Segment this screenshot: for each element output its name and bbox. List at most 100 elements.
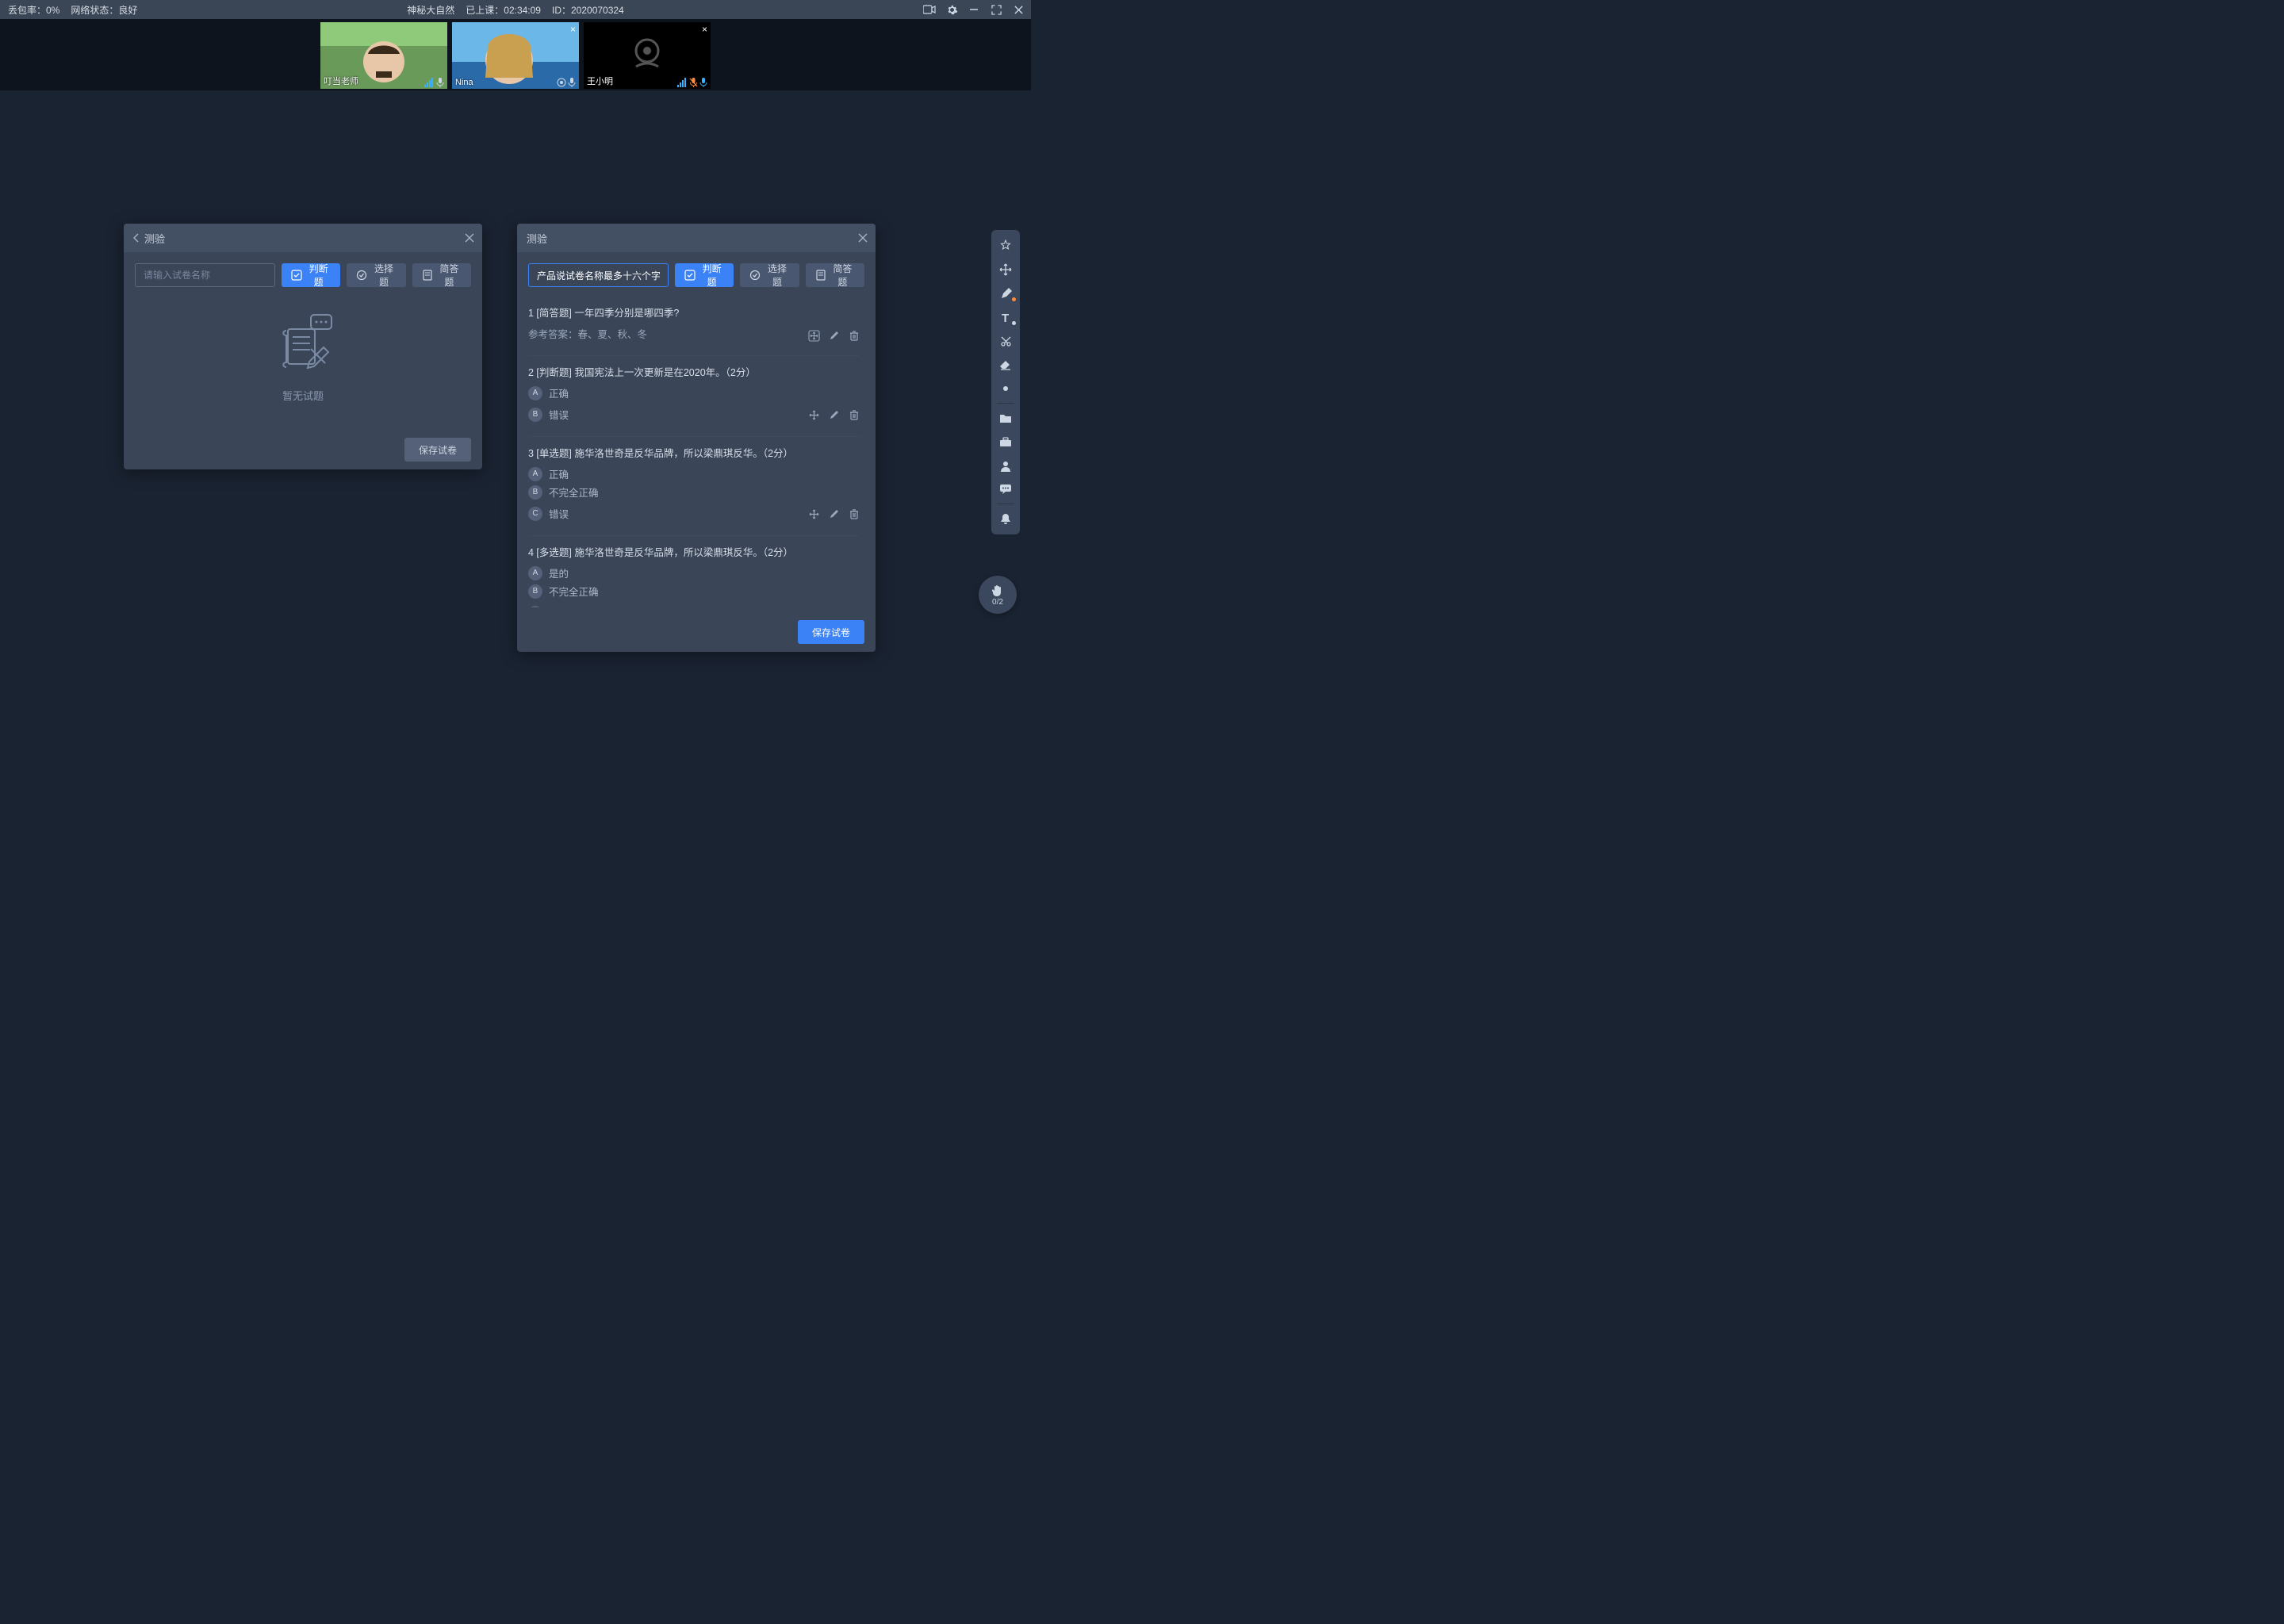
button-label: 选择题 bbox=[765, 262, 789, 289]
video-strip: 叮当老师 × Nina × 王小明 bbox=[0, 19, 1031, 90]
panel-header: 测验 bbox=[124, 224, 482, 252]
video-tile[interactable]: × 王小明 bbox=[584, 22, 711, 89]
question-item: 2 [判断题] 我国宪法上一次更新是在2020年。（2分） A 正确 B 错误 bbox=[528, 356, 860, 437]
eraser-tool-icon[interactable] bbox=[994, 354, 1017, 376]
option-text: 不完全正确 bbox=[549, 485, 599, 500]
quiz-name-input[interactable] bbox=[135, 263, 275, 287]
video-close-icon[interactable]: × bbox=[570, 24, 576, 35]
mic-indicator bbox=[424, 78, 444, 87]
panel-title: 测验 bbox=[144, 231, 165, 246]
empty-state: 暂无试题 bbox=[135, 297, 471, 419]
question-item: 1 [简答题] 一年四季分别是哪四季?参考答案：春、夏、秋、冬 bbox=[528, 297, 860, 356]
button-label: 简答题 bbox=[830, 262, 855, 289]
close-icon[interactable] bbox=[858, 233, 868, 243]
toolbox-icon[interactable] bbox=[994, 431, 1017, 453]
top-status-bar: 丢包率：0% 网络状态：良好 神秘大自然 已上课：02:34:09 ID：202… bbox=[0, 0, 1031, 19]
hand-raise-button[interactable]: 0/2 bbox=[979, 576, 1017, 614]
back-icon[interactable] bbox=[133, 233, 140, 243]
edit-icon[interactable] bbox=[828, 409, 840, 421]
choice-question-button[interactable]: 选择题 bbox=[347, 263, 405, 287]
side-toolbar: T bbox=[991, 230, 1020, 534]
mic-indicator bbox=[557, 78, 576, 87]
choice-question-button[interactable]: 选择题 bbox=[740, 263, 799, 287]
cursor-tool-icon[interactable] bbox=[994, 235, 1017, 257]
move-icon[interactable] bbox=[808, 330, 820, 342]
option-letter: B bbox=[528, 584, 542, 599]
record-icon[interactable] bbox=[923, 3, 936, 16]
svg-text:T: T bbox=[1002, 312, 1009, 324]
video-close-icon[interactable]: × bbox=[702, 24, 707, 35]
question-option[interactable]: A 是的 bbox=[528, 565, 860, 580]
class-id: ID：2020070324 bbox=[552, 3, 624, 17]
class-elapsed-time: 已上课：02:34:09 bbox=[466, 3, 541, 17]
save-quiz-button[interactable]: 保存试卷 bbox=[798, 620, 864, 644]
option-text: 正确 bbox=[549, 385, 569, 400]
fullscreen-icon[interactable] bbox=[990, 3, 1002, 16]
move-tool-icon[interactable] bbox=[994, 259, 1017, 281]
mic-indicator bbox=[677, 78, 707, 87]
judge-question-button[interactable]: 判断题 bbox=[282, 263, 340, 287]
close-icon[interactable] bbox=[465, 233, 474, 243]
question-title: 4 [多选题] 施华洛世奇是反华品牌，所以梁鼎琪反华。（2分） bbox=[528, 544, 860, 559]
question-option[interactable]: B 不完全正确 bbox=[528, 584, 860, 599]
option-letter: B bbox=[528, 485, 542, 500]
save-quiz-button[interactable]: 保存试卷 bbox=[404, 438, 471, 462]
question-option[interactable]: C错误 bbox=[528, 605, 569, 607]
panel-header: 测验 bbox=[517, 224, 876, 252]
question-list[interactable]: 1 [简答题] 一年四季分别是哪四季?参考答案：春、夏、秋、冬2 [判断题] 我… bbox=[528, 297, 864, 607]
option-letter: A bbox=[528, 467, 542, 481]
video-name-label: Nina bbox=[455, 78, 473, 87]
question-option[interactable]: C错误 bbox=[528, 506, 569, 521]
button-label: 简答题 bbox=[437, 262, 462, 289]
empty-text: 暂无试题 bbox=[282, 388, 324, 403]
move-icon[interactable] bbox=[808, 409, 820, 421]
video-tile[interactable]: 叮当老师 bbox=[320, 22, 447, 89]
short-answer-button[interactable]: 简答题 bbox=[412, 263, 471, 287]
option-letter: A bbox=[528, 566, 542, 580]
button-label: 判断题 bbox=[699, 262, 724, 289]
folder-icon[interactable] bbox=[994, 407, 1017, 429]
option-text: 正确 bbox=[549, 466, 569, 481]
move-icon[interactable] bbox=[808, 508, 820, 520]
quiz-name-input[interactable] bbox=[528, 263, 669, 287]
question-option[interactable]: B 错误 bbox=[528, 407, 569, 422]
close-window-icon[interactable] bbox=[1012, 3, 1025, 16]
question-item: 4 [多选题] 施华洛世奇是反华品牌，所以梁鼎琪反华。（2分） A 是的 B 不完全正确… bbox=[528, 536, 860, 607]
quiz-panel-filled: 测验 判断题 选择题 简答题 1 [简答题] 一年四季分别是哪四季?参考答案：春… bbox=[517, 224, 876, 652]
pointer-tool-icon[interactable] bbox=[994, 377, 1017, 400]
question-option[interactable]: B 不完全正确 bbox=[528, 485, 860, 500]
edit-icon[interactable] bbox=[828, 508, 840, 520]
button-label: 判断题 bbox=[306, 262, 331, 289]
option-letter: B bbox=[528, 408, 542, 422]
scissors-tool-icon[interactable] bbox=[994, 330, 1017, 352]
judge-question-button[interactable]: 判断题 bbox=[675, 263, 734, 287]
minimize-icon[interactable] bbox=[968, 3, 980, 16]
option-letter: A bbox=[528, 386, 542, 400]
video-name-label: 叮当老师 bbox=[324, 75, 358, 87]
question-option[interactable]: A 正确 bbox=[528, 466, 860, 481]
option-text: 不完全正确 bbox=[549, 584, 599, 599]
person-icon[interactable] bbox=[994, 454, 1017, 477]
question-option[interactable]: A 正确 bbox=[528, 385, 860, 400]
option-text: 错误 bbox=[549, 506, 569, 521]
question-title: 2 [判断题] 我国宪法上一次更新是在2020年。（2分） bbox=[528, 364, 860, 379]
delete-icon[interactable] bbox=[848, 409, 860, 421]
option-text: 是的 bbox=[549, 565, 569, 580]
network-status-label: 网络状态：良好 bbox=[71, 3, 137, 17]
text-tool-icon[interactable]: T bbox=[994, 306, 1017, 328]
delete-icon[interactable] bbox=[848, 330, 860, 342]
hand-raise-count: 0/2 bbox=[992, 598, 1003, 607]
quiz-panel-empty: 测验 判断题 选择题 简答题 bbox=[124, 224, 482, 469]
video-tile[interactable]: × Nina bbox=[452, 22, 579, 89]
bell-icon[interactable] bbox=[994, 508, 1017, 530]
option-text: 错误 bbox=[549, 605, 569, 607]
delete-icon[interactable] bbox=[848, 508, 860, 520]
option-text: 错误 bbox=[549, 407, 569, 422]
packet-loss-label: 丢包率：0% bbox=[8, 3, 59, 17]
pen-tool-icon[interactable] bbox=[994, 282, 1017, 304]
short-answer-button[interactable]: 简答题 bbox=[806, 263, 864, 287]
video-name-label: 王小明 bbox=[587, 75, 613, 87]
chat-icon[interactable] bbox=[994, 478, 1017, 500]
edit-icon[interactable] bbox=[828, 330, 840, 342]
settings-icon[interactable] bbox=[945, 3, 958, 16]
